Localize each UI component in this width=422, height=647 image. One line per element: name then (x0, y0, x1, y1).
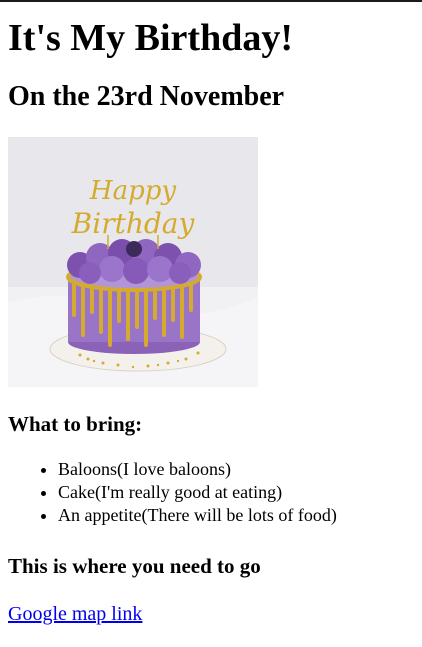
date-heading: On the 23rd November (8, 81, 285, 112)
birthday-page: It's My Birthday! On the 23rd November H… (0, 16, 422, 626)
bring-heading: What to bring: (8, 412, 143, 436)
list-item: Cake(I'm really good at eating) (58, 481, 414, 504)
list-item: An appetite(There will be lots of food) (58, 504, 414, 527)
location-heading: This is where you need to go (8, 554, 261, 578)
svg-text:Birthday: Birthday (71, 207, 196, 240)
bring-list: Baloons(I love baloons) Cake(I'm really … (8, 458, 414, 527)
svg-text:Happy: Happy (89, 176, 176, 206)
birthday-cake-photo: Happy Birthday (8, 137, 258, 387)
google-map-link[interactable]: Google map link (8, 602, 142, 626)
list-item: Baloons(I love baloons) (58, 458, 414, 481)
page-title: It's My Birthday! (8, 17, 293, 59)
